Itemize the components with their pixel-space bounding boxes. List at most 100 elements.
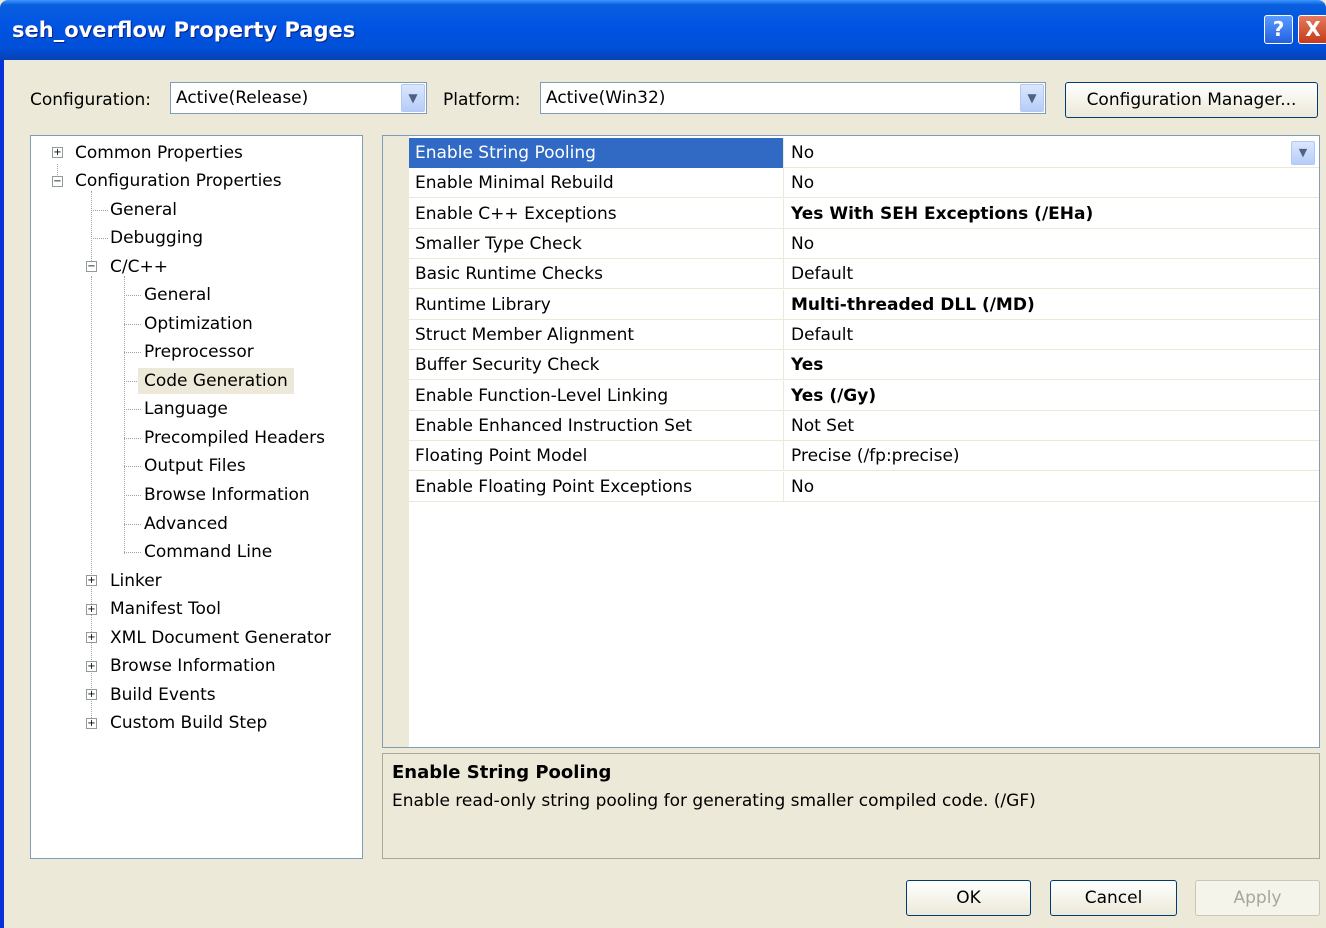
property-name[interactable]: Enable Enhanced Instruction Set [409, 411, 784, 441]
property-name[interactable]: Enable Floating Point Exceptions [409, 472, 784, 502]
tree-item-optimization[interactable]: Optimization [144, 311, 253, 337]
expand-icon[interactable]: + [86, 718, 97, 729]
tree-item-code-generation[interactable]: Code Generation [138, 368, 294, 394]
property-row[interactable]: Struct Member Alignment Default [409, 320, 1319, 350]
expand-icon[interactable]: + [86, 604, 97, 615]
tree-connector [124, 524, 141, 525]
tree-item-manifest-tool[interactable]: Manifest Tool [110, 596, 221, 622]
tree-item-general[interactable]: General [110, 197, 177, 223]
tree-connector [124, 466, 141, 467]
property-row[interactable]: Smaller Type Check No [409, 229, 1319, 259]
property-row[interactable]: Enable Minimal Rebuild No [409, 168, 1319, 198]
property-name[interactable]: Basic Runtime Checks [409, 259, 784, 289]
tree-item-browse-information-top[interactable]: Browse Information [110, 653, 276, 679]
property-value[interactable]: Precise (/fp:precise) [785, 441, 1319, 471]
configuration-select[interactable]: Active(Release) ▼ [170, 82, 427, 114]
property-row[interactable]: Basic Runtime Checks Default [409, 259, 1319, 289]
tree-connector [124, 552, 141, 553]
collapse-icon[interactable]: − [52, 176, 63, 187]
help-button[interactable]: ? [1264, 15, 1293, 44]
property-value[interactable]: No [785, 138, 1319, 168]
property-row[interactable]: Enable Enhanced Instruction Set Not Set [409, 411, 1319, 441]
tree-item-xml-document-generator[interactable]: XML Document Generator [110, 625, 331, 651]
expand-icon[interactable]: + [86, 661, 97, 672]
property-name[interactable]: Struct Member Alignment [409, 320, 784, 350]
property-value[interactable]: Default [785, 259, 1319, 289]
property-tree: + Common Properties − Configuration Prop… [30, 135, 363, 859]
property-name[interactable]: Smaller Type Check [409, 229, 784, 259]
description-title: Enable String Pooling [392, 762, 612, 783]
property-row[interactable]: Enable String Pooling No ▼ [409, 138, 1319, 168]
property-value[interactable]: No [785, 168, 1319, 198]
tree-item-configuration-properties[interactable]: Configuration Properties [75, 168, 282, 194]
tree-connector [124, 438, 141, 439]
platform-value: Active(Win32) [546, 88, 666, 108]
property-value[interactable]: Yes With SEH Exceptions (/EHa) [785, 199, 1319, 229]
title-bar: seh_overflow Property Pages ? X [0, 0, 1326, 60]
cancel-button[interactable]: Cancel [1050, 880, 1177, 916]
property-name[interactable]: Runtime Library [409, 290, 784, 320]
tree-connector [124, 352, 141, 353]
tree-item-language[interactable]: Language [144, 396, 228, 422]
property-row[interactable]: Enable Function-Level Linking Yes (/Gy) [409, 381, 1319, 411]
property-row[interactable]: Enable C++ Exceptions Yes With SEH Excep… [409, 199, 1319, 229]
configuration-label: Configuration: [30, 90, 152, 110]
expand-icon[interactable]: + [86, 575, 97, 586]
ok-button[interactable]: OK [906, 880, 1031, 916]
tree-item-preprocessor[interactable]: Preprocessor [144, 339, 254, 365]
tree-item-advanced[interactable]: Advanced [144, 511, 228, 537]
tree-connector [124, 495, 141, 496]
property-name[interactable]: Buffer Security Check [409, 350, 784, 380]
chevron-down-icon[interactable]: ▼ [1020, 84, 1044, 112]
property-value[interactable]: Yes [785, 350, 1319, 380]
tree-item-precompiled-headers[interactable]: Precompiled Headers [144, 425, 325, 451]
tree-connector [124, 295, 141, 296]
window-border [0, 60, 4, 928]
apply-button[interactable]: Apply [1195, 880, 1320, 916]
tree-item-build-events[interactable]: Build Events [110, 682, 216, 708]
close-button[interactable]: X [1298, 15, 1326, 44]
property-value[interactable]: Default [785, 320, 1319, 350]
expand-icon[interactable]: + [86, 632, 97, 643]
description-text: Enable read-only string pooling for gene… [392, 791, 1036, 811]
property-value[interactable]: No [785, 472, 1319, 502]
tree-item-output-files[interactable]: Output Files [144, 453, 246, 479]
property-grid: Enable String Pooling No ▼ Enable Minima… [382, 135, 1320, 748]
tree-connector [91, 238, 108, 239]
tree-connector [91, 210, 108, 211]
tree-item-ccpp-general[interactable]: General [144, 282, 211, 308]
tree-item-custom-build-step[interactable]: Custom Build Step [110, 710, 267, 736]
property-value[interactable]: No [785, 229, 1319, 259]
tree-item-ccpp[interactable]: C/C++ [110, 254, 168, 280]
property-row[interactable]: Enable Floating Point Exceptions No [409, 472, 1319, 502]
tree-item-debugging[interactable]: Debugging [110, 225, 203, 251]
tree-connector [124, 276, 125, 554]
property-row[interactable]: Floating Point Model Precise (/fp:precis… [409, 441, 1319, 471]
chevron-down-icon[interactable]: ▼ [401, 84, 425, 112]
grid-gutter [383, 136, 409, 747]
configuration-manager-button[interactable]: Configuration Manager... [1065, 82, 1318, 118]
property-name[interactable]: Enable String Pooling [409, 138, 784, 168]
property-name[interactable]: Floating Point Model [409, 441, 784, 471]
property-name[interactable]: Enable Minimal Rebuild [409, 168, 784, 198]
configuration-value: Active(Release) [176, 88, 309, 108]
tree-item-command-line[interactable]: Command Line [144, 539, 272, 565]
tree-item-browse-information[interactable]: Browse Information [144, 482, 310, 508]
property-row[interactable]: Buffer Security Check Yes [409, 350, 1319, 380]
property-value[interactable]: Not Set [785, 411, 1319, 441]
property-name[interactable]: Enable C++ Exceptions [409, 199, 784, 229]
property-value[interactable]: Multi-threaded DLL (/MD) [785, 290, 1319, 320]
platform-select[interactable]: Active(Win32) ▼ [540, 82, 1046, 114]
property-name[interactable]: Enable Function-Level Linking [409, 381, 784, 411]
tree-connector [91, 191, 92, 271]
collapse-icon[interactable]: − [86, 261, 97, 272]
property-value[interactable]: Yes (/Gy) [785, 381, 1319, 411]
chevron-down-icon[interactable]: ▼ [1291, 141, 1315, 165]
tree-connector [124, 324, 141, 325]
platform-label: Platform: [443, 90, 521, 110]
expand-icon[interactable]: + [86, 689, 97, 700]
tree-item-linker[interactable]: Linker [110, 568, 162, 594]
expand-icon[interactable]: + [52, 147, 63, 158]
tree-item-common-properties[interactable]: Common Properties [75, 140, 243, 166]
property-row[interactable]: Runtime Library Multi-threaded DLL (/MD) [409, 290, 1319, 320]
